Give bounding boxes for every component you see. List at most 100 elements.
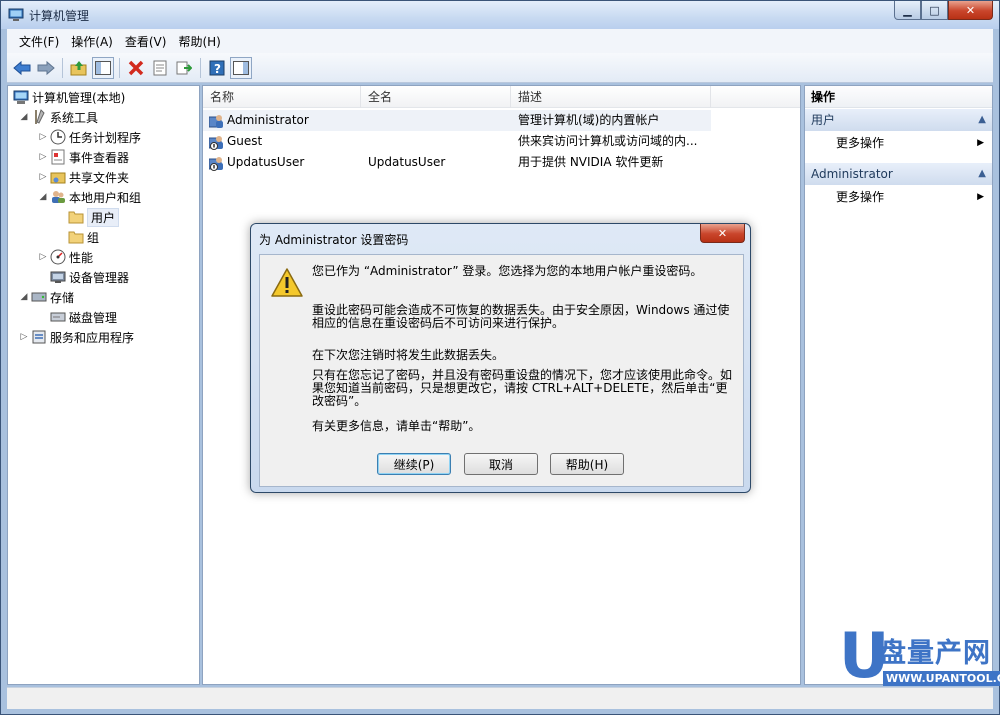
collapse-triangle-icon[interactable]: ▲ (978, 163, 986, 185)
toolbar-separator (62, 57, 63, 78)
column-header-name[interactable]: 名称 (203, 86, 361, 108)
cell-name: UpdatusUser (227, 155, 305, 169)
toolbar-separator (119, 57, 120, 78)
site-watermark: U 盘量产网 WWW.UPANTOOL.COM (839, 625, 1000, 709)
actions-pane: 操作 用户 ▲ 更多操作 ▶ Administrator ▲ 更多操作 ▶ (804, 85, 993, 685)
performance-icon (49, 249, 66, 265)
menu-file[interactable]: 文件(F) (13, 33, 65, 50)
dialog-message-2: 重设此密码可能会造成不可恢复的数据丢失。由于安全原因，Windows 通过使相应… (312, 303, 730, 330)
show-hide-action-pane-button[interactable] (230, 56, 252, 79)
submenu-arrow-icon: ▶ (977, 192, 984, 202)
back-arrow-icon (13, 60, 31, 75)
collapse-arrow-icon[interactable]: ◢ (18, 292, 30, 302)
services-icon (30, 329, 47, 345)
up-level-button[interactable] (68, 57, 90, 79)
tree-item-device-manager[interactable]: 设备管理器 (49, 268, 129, 286)
submenu-arrow-icon: ▶ (977, 138, 984, 148)
disabled-user-icon (209, 157, 223, 171)
delete-x-icon (128, 60, 144, 75)
tree-label: 磁盘管理 (69, 310, 118, 325)
list-header: 名称 全名 描述 (203, 86, 800, 108)
menu-view[interactable]: 查看(V) (119, 33, 173, 50)
back-button[interactable] (11, 57, 33, 79)
close-button[interactable]: ✕ (948, 1, 993, 20)
properties-button[interactable] (149, 57, 171, 79)
more-actions-administrator[interactable]: 更多操作 ▶ (805, 186, 992, 208)
tools-icon (30, 109, 47, 125)
users-group-icon (49, 189, 66, 205)
clock-icon (49, 129, 66, 145)
tree-item-system-tools[interactable]: ◢ 系统工具 (18, 108, 98, 126)
show-hide-tree-button[interactable] (92, 56, 114, 79)
tree-item-root[interactable]: 计算机管理(本地) (12, 88, 125, 106)
tree-item-local-users-groups[interactable]: ◢ 本地用户和组 (37, 188, 141, 206)
table-row[interactable]: Guest 供来宾访问计算机或访问域的内... (203, 131, 800, 152)
export-list-button[interactable] (173, 57, 195, 79)
minimize-button[interactable]: ▁ (894, 1, 921, 20)
dialog-title: 为 Administrator 设置密码 (259, 233, 409, 247)
disk-icon (49, 309, 66, 325)
cell-fullname (368, 110, 508, 131)
expand-arrow-icon[interactable]: ▷ (37, 252, 49, 262)
console-tree-icon (95, 60, 111, 75)
forward-button[interactable] (35, 57, 57, 79)
tree-item-users[interactable]: 用户 (67, 207, 120, 227)
menu-help[interactable]: 帮助(H) (172, 33, 226, 50)
expand-arrow-icon[interactable]: ▷ (37, 132, 49, 142)
column-header-fullname[interactable]: 全名 (361, 86, 511, 108)
cell-description: 供来宾访问计算机或访问域的内... (518, 134, 698, 148)
tree-item-storage[interactable]: ◢ 存储 (18, 288, 74, 306)
tree-label: 组 (87, 230, 100, 245)
tree-item-shared-folders[interactable]: ▷ 共享文件夹 (37, 168, 129, 186)
dialog-message-5: 有关更多信息，请单击“帮助”。 (312, 419, 481, 433)
actions-section-users[interactable]: 用户 ▲ (805, 109, 992, 131)
expand-arrow-icon[interactable]: ▷ (37, 172, 49, 182)
tree-item-groups[interactable]: 组 (67, 228, 99, 246)
continue-button[interactable]: 继续(P) (377, 453, 451, 475)
actions-section-administrator[interactable]: Administrator ▲ (805, 163, 992, 185)
cell-name: Administrator (227, 113, 309, 127)
more-actions-label: 更多操作 (836, 190, 885, 204)
menu-action[interactable]: 操作(A) (65, 33, 119, 50)
collapse-triangle-icon[interactable]: ▲ (978, 109, 986, 131)
more-actions-label: 更多操作 (836, 136, 885, 150)
table-row[interactable]: UpdatusUser UpdatusUser 用于提供 NVIDIA 软件更新 (203, 152, 800, 173)
tree-item-task-scheduler[interactable]: ▷ 任务计划程序 (37, 128, 141, 146)
cancel-button[interactable]: 取消 (464, 453, 538, 475)
help-button-dialog[interactable]: 帮助(H) (550, 453, 624, 475)
caption-buttons: ▁ □ ✕ (894, 1, 993, 21)
warning-icon (271, 268, 303, 297)
tree-item-performance[interactable]: ▷ 性能 (37, 248, 93, 266)
tree-label: 共享文件夹 (69, 170, 130, 185)
table-row[interactable]: Administrator 管理计算机(域)的内置帐户 (203, 110, 711, 131)
expand-arrow-icon[interactable]: ▷ (37, 152, 49, 162)
collapse-arrow-icon[interactable]: ◢ (37, 192, 49, 202)
tree-item-services-apps[interactable]: ▷ 服务和应用程序 (18, 328, 134, 346)
cell-fullname: UpdatusUser (368, 155, 446, 169)
dialog-close-button[interactable]: ✕ (700, 224, 745, 243)
cell-description: 管理计算机(域)的内置帐户 (518, 113, 660, 127)
dialog-message-3: 在下次您注销时将发生此数据丢失。 (312, 348, 505, 362)
more-actions-users[interactable]: 更多操作 ▶ (805, 132, 992, 154)
title-bar[interactable]: 计算机管理 ▁ □ ✕ (1, 1, 999, 29)
actions-header: 操作 (805, 86, 992, 108)
column-header-description[interactable]: 描述 (511, 86, 711, 108)
tree-label: 用户 (87, 207, 120, 227)
help-button[interactable]: ? (206, 57, 228, 79)
delete-button[interactable] (125, 57, 147, 79)
tree-item-event-viewer[interactable]: ▷ 事件查看器 (37, 148, 129, 166)
tree-label: 设备管理器 (69, 270, 130, 285)
folder-icon (67, 229, 84, 245)
dialog-body: 您已作为 “Administrator” 登录。您选择为您的本地用户帐户重设密码… (259, 254, 744, 487)
maximize-button[interactable]: □ (921, 1, 948, 20)
tree-label: 计算机管理(本地) (32, 90, 126, 105)
cell-fullname (368, 131, 508, 152)
dialog-message-1: 您已作为 “Administrator” 登录。您选择为您的本地用户帐户重设密码… (312, 264, 703, 278)
tree-label: 存储 (50, 290, 75, 305)
tree-item-disk-management[interactable]: 磁盘管理 (49, 308, 117, 326)
console-tree: 计算机管理(本地) ◢ 系统工具 ▷ 任务计划程序 ▷ 事件查看器 ▷ 共享文件… (7, 85, 200, 685)
dialog-message-4: 只有在您忘记了密码，并且没有密码重设盘的情况下，您才应该使用此命令。如果您知道当… (312, 368, 733, 408)
cell-name: Guest (227, 134, 263, 148)
expand-arrow-icon[interactable]: ▷ (18, 332, 30, 342)
collapse-arrow-icon[interactable]: ◢ (18, 112, 30, 122)
